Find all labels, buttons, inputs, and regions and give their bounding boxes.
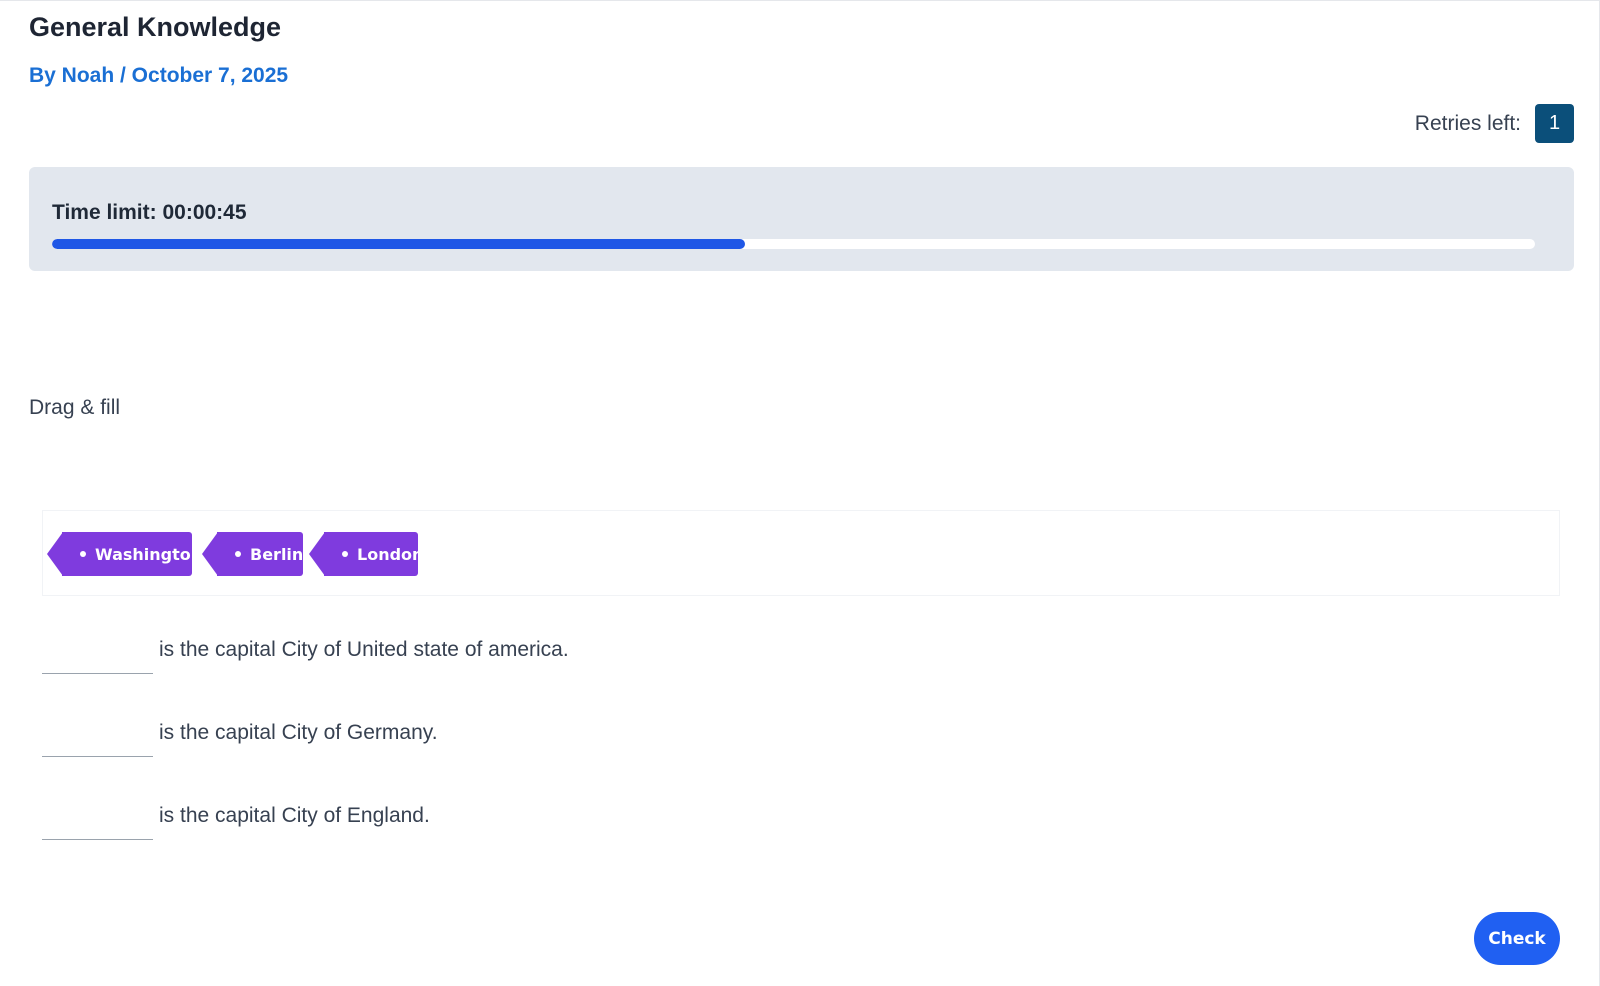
check-button[interactable]: Check — [1474, 912, 1560, 965]
sentence-row: is the capital City of United state of a… — [42, 633, 569, 674]
bullet-icon — [80, 551, 86, 557]
bullet-icon — [235, 551, 241, 557]
time-progress-fill — [52, 239, 745, 249]
bullet-icon — [342, 551, 348, 557]
sentence-text: is the capital City of United state of a… — [159, 638, 569, 661]
drop-blank[interactable] — [42, 633, 153, 674]
time-limit-label: Time limit: 00:00:45 — [52, 201, 247, 224]
sentence-row: is the capital City of Germany. — [42, 716, 438, 757]
top-divider — [0, 0, 1600, 1]
retries-indicator: Retries left: 1 — [1415, 104, 1574, 143]
drag-tag-london[interactable]: London — [309, 532, 423, 576]
timer-panel: Time limit: 00:00:45 — [29, 167, 1574, 271]
tag-label: London — [357, 544, 424, 564]
tag-label: Berlin — [250, 544, 304, 564]
drop-blank[interactable] — [42, 799, 153, 840]
sentence-text: is the capital City of England. — [159, 804, 430, 827]
sentence-text: is the capital City of Germany. — [159, 721, 438, 744]
quiz-title: General Knowledge — [29, 12, 282, 42]
sentence-row: is the capital City of England. — [42, 799, 430, 840]
drag-tag-washington[interactable]: Washington — [47, 532, 202, 576]
drop-blank[interactable] — [42, 716, 153, 757]
word-bank: Washington Berlin London — [42, 510, 1560, 596]
tag-label: Washington — [95, 544, 203, 564]
time-progress-bar — [52, 239, 1535, 249]
task-instructions: Drag & fill — [29, 396, 121, 419]
retries-count-badge: 1 — [1535, 104, 1574, 143]
quiz-byline: By Noah / October 7, 2025 — [29, 64, 288, 88]
retries-label: Retries left: — [1414, 111, 1521, 135]
drag-tag-berlin[interactable]: Berlin — [202, 532, 304, 576]
byline-link[interactable]: By Noah / October 7, 2025 — [29, 64, 288, 87]
